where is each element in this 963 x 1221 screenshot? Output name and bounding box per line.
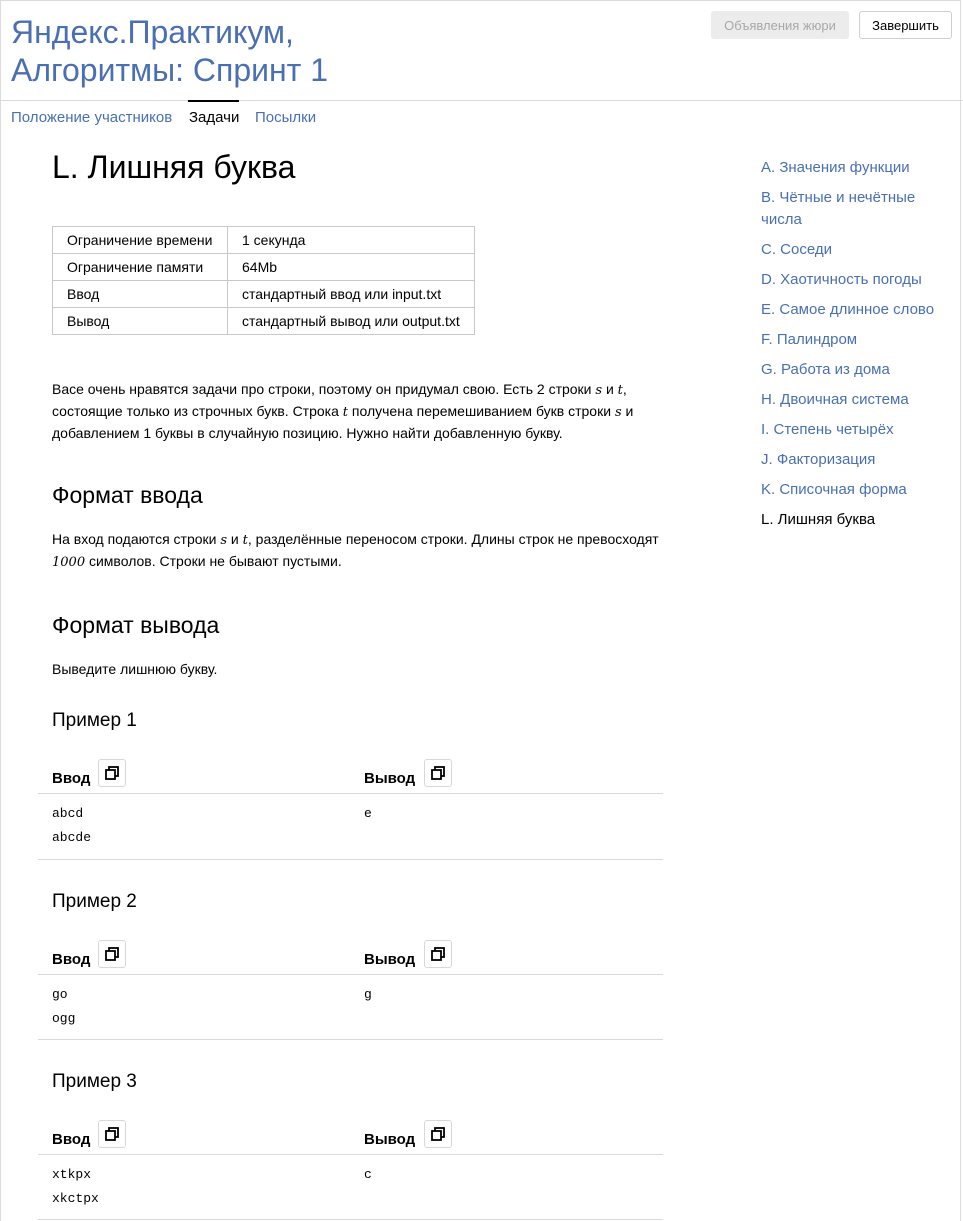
copy-icon [431, 1127, 445, 1141]
divider [38, 974, 663, 975]
divider [38, 1154, 663, 1155]
input-line[interactable]: xtkpx [52, 1167, 91, 1182]
table-row: Ограничение времени 1 секунда [52, 226, 475, 254]
sidebar-item-d[interactable]: D. Хаотичность погоды [761, 269, 956, 291]
copy-input-button[interactable] [98, 1120, 126, 1148]
var-1000: 1000 [52, 555, 86, 570]
divider [38, 793, 663, 794]
limit-value: 1 секунда [227, 226, 475, 254]
statement-text: и [602, 381, 618, 397]
sidebar-item-e[interactable]: E. Самое длинное слово [761, 299, 956, 321]
copy-output-button[interactable] [424, 759, 452, 787]
input-line[interactable]: ogg [52, 1011, 75, 1026]
problem-statement: Васе очень нравятся задачи про строки, п… [52, 379, 662, 443]
active-tab-indicator [188, 100, 239, 102]
sidebar-item-j[interactable]: J. Факторизация [761, 449, 956, 471]
limit-key: Ограничение памяти [52, 253, 228, 281]
limit-key: Ввод [52, 280, 228, 308]
example-input[interactable]: go ogg [52, 983, 75, 1031]
example-input-label: Ввод [52, 1131, 91, 1148]
copy-icon [105, 766, 119, 780]
copy-input-button[interactable] [98, 759, 126, 787]
statement-text: получена перемешиванием букв строки [348, 403, 615, 419]
table-row: Ограничение памяти 64Mb [52, 253, 475, 281]
divider [38, 1039, 663, 1040]
input-format-text: На вход подаются строки s и t, разделённ… [52, 529, 662, 573]
copy-icon [431, 947, 445, 961]
limit-value: 64Mb [227, 253, 475, 281]
tab-submissions[interactable]: Посылки [255, 109, 316, 126]
input-line[interactable]: go [52, 987, 68, 1002]
sidebar-item-h[interactable]: H. Двоичная система [761, 389, 956, 411]
input-line[interactable]: abcde [52, 830, 91, 845]
tab-standings[interactable]: Положение участников [11, 109, 172, 126]
sidebar-item-c[interactable]: C. Соседи [761, 239, 956, 261]
divider [38, 1219, 663, 1220]
tab-problems[interactable]: Задачи [189, 109, 239, 126]
jury-announcements-button[interactable]: Объявления жюри [711, 11, 849, 39]
var-s: s [614, 405, 622, 420]
input-line[interactable]: abcd [52, 806, 83, 821]
example-input[interactable]: abcd abcde [52, 802, 91, 850]
table-row: Вывод стандартный вывод или output.txt [52, 307, 475, 335]
example-input[interactable]: xtkpx xkctpx [52, 1163, 99, 1211]
sidebar-item-b[interactable]: B. Чётные и нечётные числа [761, 187, 956, 231]
example-output-label: Вывод [364, 770, 416, 787]
example-output[interactable]: e [364, 802, 372, 826]
input-line[interactable]: xkctpx [52, 1191, 99, 1206]
format-text: символов. Строки не бывают пустыми. [85, 553, 342, 569]
limit-key: Вывод [52, 307, 228, 335]
example-title: Пример 1 [52, 710, 137, 731]
format-text: На вход подаются строки [52, 531, 221, 547]
example-input-label: Ввод [52, 770, 91, 787]
copy-icon [105, 1127, 119, 1141]
sidebar-item-a[interactable]: A. Значения функции [761, 157, 956, 179]
output-format-text: Выведите лишнюю букву. [52, 661, 218, 677]
contest-title-line2[interactable]: Алгоритмы: Спринт 1 [11, 52, 328, 88]
finish-button[interactable]: Завершить [859, 11, 952, 39]
limit-value: стандартный ввод или input.txt [227, 280, 475, 308]
copy-icon [105, 947, 119, 961]
input-format-heading: Формат ввода [52, 482, 203, 508]
sidebar-item-k[interactable]: K. Списочная форма [761, 479, 956, 501]
example-output-label: Вывод [364, 1131, 416, 1148]
example-output[interactable]: c [364, 1163, 372, 1187]
sidebar-item-i[interactable]: I. Степень четырёх [761, 419, 956, 441]
contest-header: Яндекс.Практикум, Алгоритмы: Спринт 1 Об… [0, 0, 963, 101]
example-output[interactable]: g [364, 983, 372, 1007]
statement-text: Васе очень нравятся задачи про строки, п… [52, 381, 596, 397]
limit-key: Ограничение времени [52, 226, 228, 254]
contest-title-line1[interactable]: Яндекс.Практикум, [11, 14, 294, 50]
copy-input-button[interactable] [98, 940, 126, 968]
copy-output-button[interactable] [424, 940, 452, 968]
sidebar-item-f[interactable]: F. Палиндром [761, 329, 956, 351]
sidebar-item-l-current[interactable]: L. Лишняя буква [761, 509, 956, 531]
table-row: Ввод стандартный ввод или input.txt [52, 280, 475, 308]
format-text: и [227, 531, 243, 547]
format-text: , разделённые переносом строки. Длины ст… [247, 531, 659, 547]
limits-table: Ограничение времени 1 секунда Ограничение… [52, 226, 475, 335]
copy-output-button[interactable] [424, 1120, 452, 1148]
contest-title[interactable]: Яндекс.Практикум, Алгоритмы: Спринт 1 [11, 13, 328, 89]
example-title: Пример 2 [52, 891, 137, 912]
output-format-heading: Формат вывода [52, 612, 220, 638]
divider [38, 859, 663, 860]
limit-value: стандартный вывод или output.txt [227, 307, 475, 335]
sidebar-item-g[interactable]: G. Работа из дома [761, 359, 956, 381]
example-input-label: Ввод [52, 951, 91, 968]
problem-list-sidebar: A. Значения функции B. Чётные и нечётные… [761, 157, 956, 539]
example-title: Пример 3 [52, 1071, 137, 1092]
example-output-label: Вывод [364, 951, 416, 968]
copy-icon [431, 766, 445, 780]
problem-title: L. Лишняя буква [52, 149, 296, 185]
